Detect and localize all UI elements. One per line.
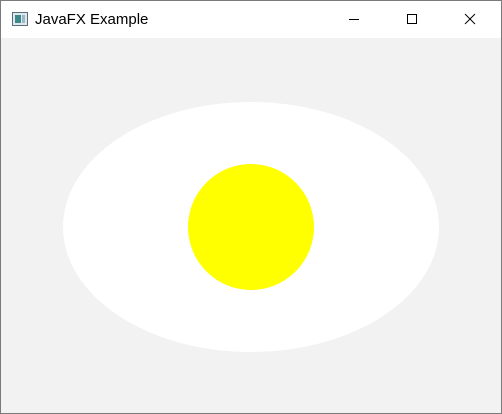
minimize-button[interactable] [331, 1, 377, 37]
scene-canvas [1, 38, 501, 413]
yellow-circle [188, 164, 314, 290]
close-icon [464, 13, 476, 25]
title-bar[interactable]: JavaFX Example [1, 1, 501, 38]
window-title: JavaFX Example [35, 11, 149, 28]
maximize-button[interactable] [389, 1, 435, 37]
maximize-icon [407, 14, 417, 24]
java-app-icon[interactable] [12, 12, 28, 26]
close-button[interactable] [447, 1, 493, 37]
scene-graphics [63, 102, 439, 352]
app-window: JavaFX Example [0, 0, 502, 414]
minimize-icon [349, 19, 359, 20]
